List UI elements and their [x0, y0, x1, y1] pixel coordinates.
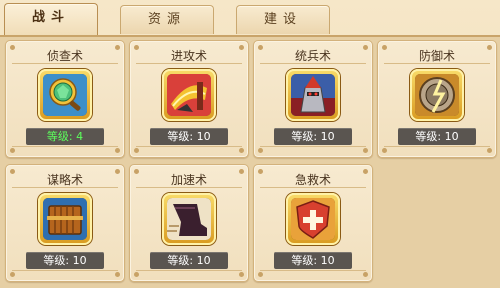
tab-construction[interactable]: 建设 [236, 5, 330, 34]
divider [136, 270, 242, 271]
skill-level: 等级: 10 [150, 128, 228, 145]
skill-card-first-aid[interactable]: 急救术 等级: 10 [253, 164, 373, 282]
skill-icon-frame[interactable] [38, 69, 92, 121]
skill-name: 谋略术 [46, 173, 83, 187]
corner-dot [134, 272, 139, 277]
attack-helmet-icon [167, 74, 211, 116]
corner-dot [115, 148, 120, 153]
divider [384, 63, 490, 64]
skill-level: 等级: 10 [26, 252, 104, 269]
corner-dot [382, 148, 387, 153]
divider [136, 187, 242, 188]
divider [12, 187, 118, 188]
skill-name: 统兵术 [294, 49, 331, 63]
skill-card-command[interactable]: 统兵术 等级: 10 [253, 40, 373, 158]
tab-resources[interactable]: 资源 [120, 5, 214, 34]
divider [260, 187, 366, 188]
shield-icon [415, 74, 459, 116]
corner-dot [10, 148, 15, 153]
tab-combat[interactable]: 战斗 [4, 3, 98, 36]
skill-name: 防御术 [418, 49, 455, 63]
skill-name: 侦查术 [46, 49, 83, 63]
skill-level: 等级: 10 [150, 252, 228, 269]
divider [12, 63, 118, 64]
corner-dot [363, 272, 368, 277]
corner-dot [363, 148, 368, 153]
skill-icon-frame[interactable] [286, 69, 340, 121]
skill-level: 等级: 10 [398, 128, 476, 145]
skill-card-defense[interactable]: 防御术 等级: 10 [377, 40, 497, 158]
skill-card-strategy[interactable]: 谋略术 等级: 10 [5, 164, 125, 282]
corner-dot [115, 272, 120, 277]
skill-card-attack[interactable]: 进攻术 等级: 10 [129, 40, 249, 158]
first-aid-icon [291, 198, 335, 240]
speed-boot-icon [167, 198, 211, 240]
skill-icon-frame[interactable] [162, 193, 216, 245]
corner-dot [258, 148, 263, 153]
divider [136, 146, 242, 147]
skill-card-scout[interactable]: 侦查术 等级: 4 [5, 40, 125, 158]
corner-dot [258, 272, 263, 277]
skill-name: 加速术 [170, 173, 207, 187]
corner-dot [10, 272, 15, 277]
skill-level: 等级: 10 [274, 252, 352, 269]
skill-icon-frame[interactable] [286, 193, 340, 245]
skill-card-speed[interactable]: 加速术 等级: 10 [129, 164, 249, 282]
corner-dot [239, 148, 244, 153]
magnifier-icon [43, 74, 87, 116]
divider [12, 146, 118, 147]
divider [260, 146, 366, 147]
skill-icon-frame[interactable] [410, 69, 464, 121]
divider [136, 63, 242, 64]
corner-dot [239, 272, 244, 277]
tab-bar: 战斗 资源 建设 [0, 0, 500, 36]
corner-dot [487, 148, 492, 153]
skills-panel: 侦查术 等级: 4 进攻术 等级: 10 统兵术 等级: 10 防御术 等级: … [0, 37, 500, 288]
divider [260, 63, 366, 64]
divider [260, 270, 366, 271]
divider [12, 270, 118, 271]
scroll-book-icon [43, 198, 87, 240]
skill-level: 等级: 10 [274, 128, 352, 145]
skills-window: 战斗 资源 建设 侦查术 等级: 4 进攻术 等级: 10 统兵术 等级: 10… [0, 0, 500, 288]
skill-icon-frame[interactable] [38, 193, 92, 245]
skill-name: 进攻术 [170, 49, 207, 63]
tab-label: 资源 [147, 12, 186, 27]
skill-name: 急救术 [294, 173, 331, 187]
skill-icon-frame[interactable] [162, 69, 216, 121]
tab-label: 建设 [263, 12, 302, 27]
divider [384, 146, 490, 147]
commander-icon [291, 74, 335, 116]
corner-dot [134, 148, 139, 153]
tab-label: 战斗 [31, 10, 70, 25]
skill-level: 等级: 4 [26, 128, 104, 145]
